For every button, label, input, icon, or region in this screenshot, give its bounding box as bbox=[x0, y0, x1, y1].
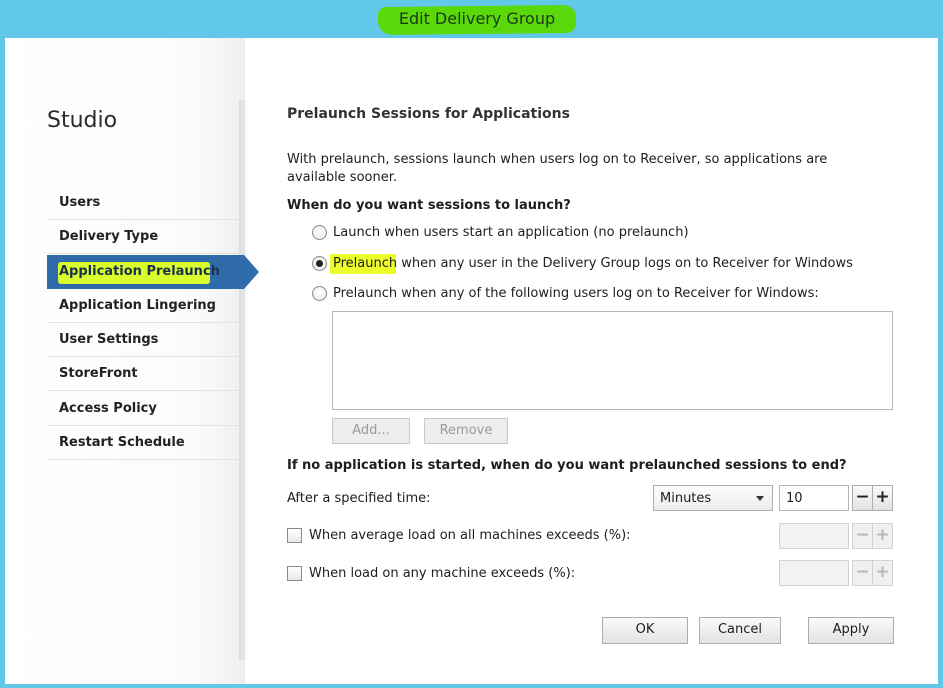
after-time-value: 10 bbox=[786, 491, 803, 506]
sidebar-item-label: Users bbox=[59, 195, 101, 210]
machine-load-decrement-button[interactable]: − bbox=[852, 560, 873, 586]
average-load-label[interactable]: When average load on all machines exceed… bbox=[309, 528, 631, 543]
launch-question: When do you want sessions to launch? bbox=[287, 198, 571, 213]
ok-button[interactable]: OK bbox=[602, 617, 688, 644]
sidebar-app-name: Studio bbox=[47, 108, 118, 133]
radio-prelaunch-any-user-label[interactable]: Prelaunch when any user in the Delivery … bbox=[333, 256, 853, 271]
sidebar-item-label: StoreFront bbox=[59, 366, 138, 381]
time-unit-select[interactable]: Minutes bbox=[653, 485, 773, 511]
sidebar-item-label: Restart Schedule bbox=[59, 435, 185, 450]
time-unit-value: Minutes bbox=[660, 491, 712, 506]
chevron-down-icon bbox=[756, 496, 764, 501]
radio-no-prelaunch[interactable] bbox=[312, 225, 327, 240]
window-frame-right bbox=[938, 38, 943, 688]
window-title: Edit Delivery Group bbox=[398, 9, 556, 28]
sidebar-item-users[interactable]: Users bbox=[47, 186, 244, 220]
apply-button[interactable]: Apply bbox=[808, 617, 894, 644]
prelaunch-highlight-word: Prelaunch bbox=[333, 256, 398, 271]
average-load-input[interactable] bbox=[779, 523, 849, 549]
cancel-button[interactable]: Cancel bbox=[699, 617, 781, 644]
average-load-decrement-button[interactable]: − bbox=[852, 523, 873, 549]
radio-prelaunch-following-users-label[interactable]: Prelaunch when any of the following user… bbox=[333, 286, 819, 301]
after-time-input[interactable]: 10 bbox=[779, 485, 849, 511]
sidebar-item-application-prelaunch-text: Application Prelaunch bbox=[47, 255, 244, 289]
after-time-label: After a specified time: bbox=[287, 491, 431, 506]
sidebar-item-label: Delivery Type bbox=[59, 229, 159, 244]
add-users-button[interactable]: Add... bbox=[332, 418, 410, 444]
sidebar-item-label: User Settings bbox=[59, 332, 159, 347]
machine-load-input[interactable] bbox=[779, 560, 849, 586]
average-load-increment-button[interactable]: + bbox=[872, 523, 893, 549]
radio-prelaunch-any-user[interactable] bbox=[312, 256, 327, 271]
sidebar-item-restart-schedule[interactable]: Restart Schedule bbox=[47, 426, 244, 460]
after-time-decrement-button[interactable]: − bbox=[852, 485, 873, 511]
average-load-checkbox[interactable] bbox=[287, 528, 302, 543]
sidebar-item-label: Application Lingering bbox=[59, 298, 216, 313]
users-listbox[interactable] bbox=[332, 311, 893, 410]
sidebar-item-storefront[interactable]: StoreFront bbox=[47, 357, 244, 391]
sidebar-item-access-policy[interactable]: Access Policy bbox=[47, 392, 244, 426]
sidebar-item-label: Access Policy bbox=[59, 401, 157, 416]
radio-no-prelaunch-label[interactable]: Launch when users start an application (… bbox=[333, 225, 689, 240]
page-title: Prelaunch Sessions for Applications bbox=[287, 106, 570, 122]
remove-users-button[interactable]: Remove bbox=[424, 418, 508, 444]
page-description: With prelaunch, sessions launch when use… bbox=[287, 152, 828, 185]
sidebar-item-application-lingering[interactable]: Application Lingering bbox=[47, 289, 244, 323]
radio-prelaunch-following-users[interactable] bbox=[312, 286, 327, 301]
after-time-increment-button[interactable]: + bbox=[872, 485, 893, 511]
prelaunch-option-rest: when any user in the Delivery Group logs… bbox=[397, 256, 853, 271]
machine-load-increment-button[interactable]: + bbox=[872, 560, 893, 586]
end-question: If no application is started, when do yo… bbox=[287, 458, 847, 473]
sidebar-item-delivery-type[interactable]: Delivery Type bbox=[47, 220, 244, 254]
sidebar-item-user-settings[interactable]: User Settings bbox=[47, 323, 244, 357]
machine-load-label[interactable]: When load on any machine exceeds (%): bbox=[309, 566, 575, 581]
machine-load-checkbox[interactable] bbox=[287, 566, 302, 581]
sidebar-item-label: Application Prelaunch bbox=[59, 264, 220, 279]
window-frame-bottom bbox=[0, 684, 943, 688]
